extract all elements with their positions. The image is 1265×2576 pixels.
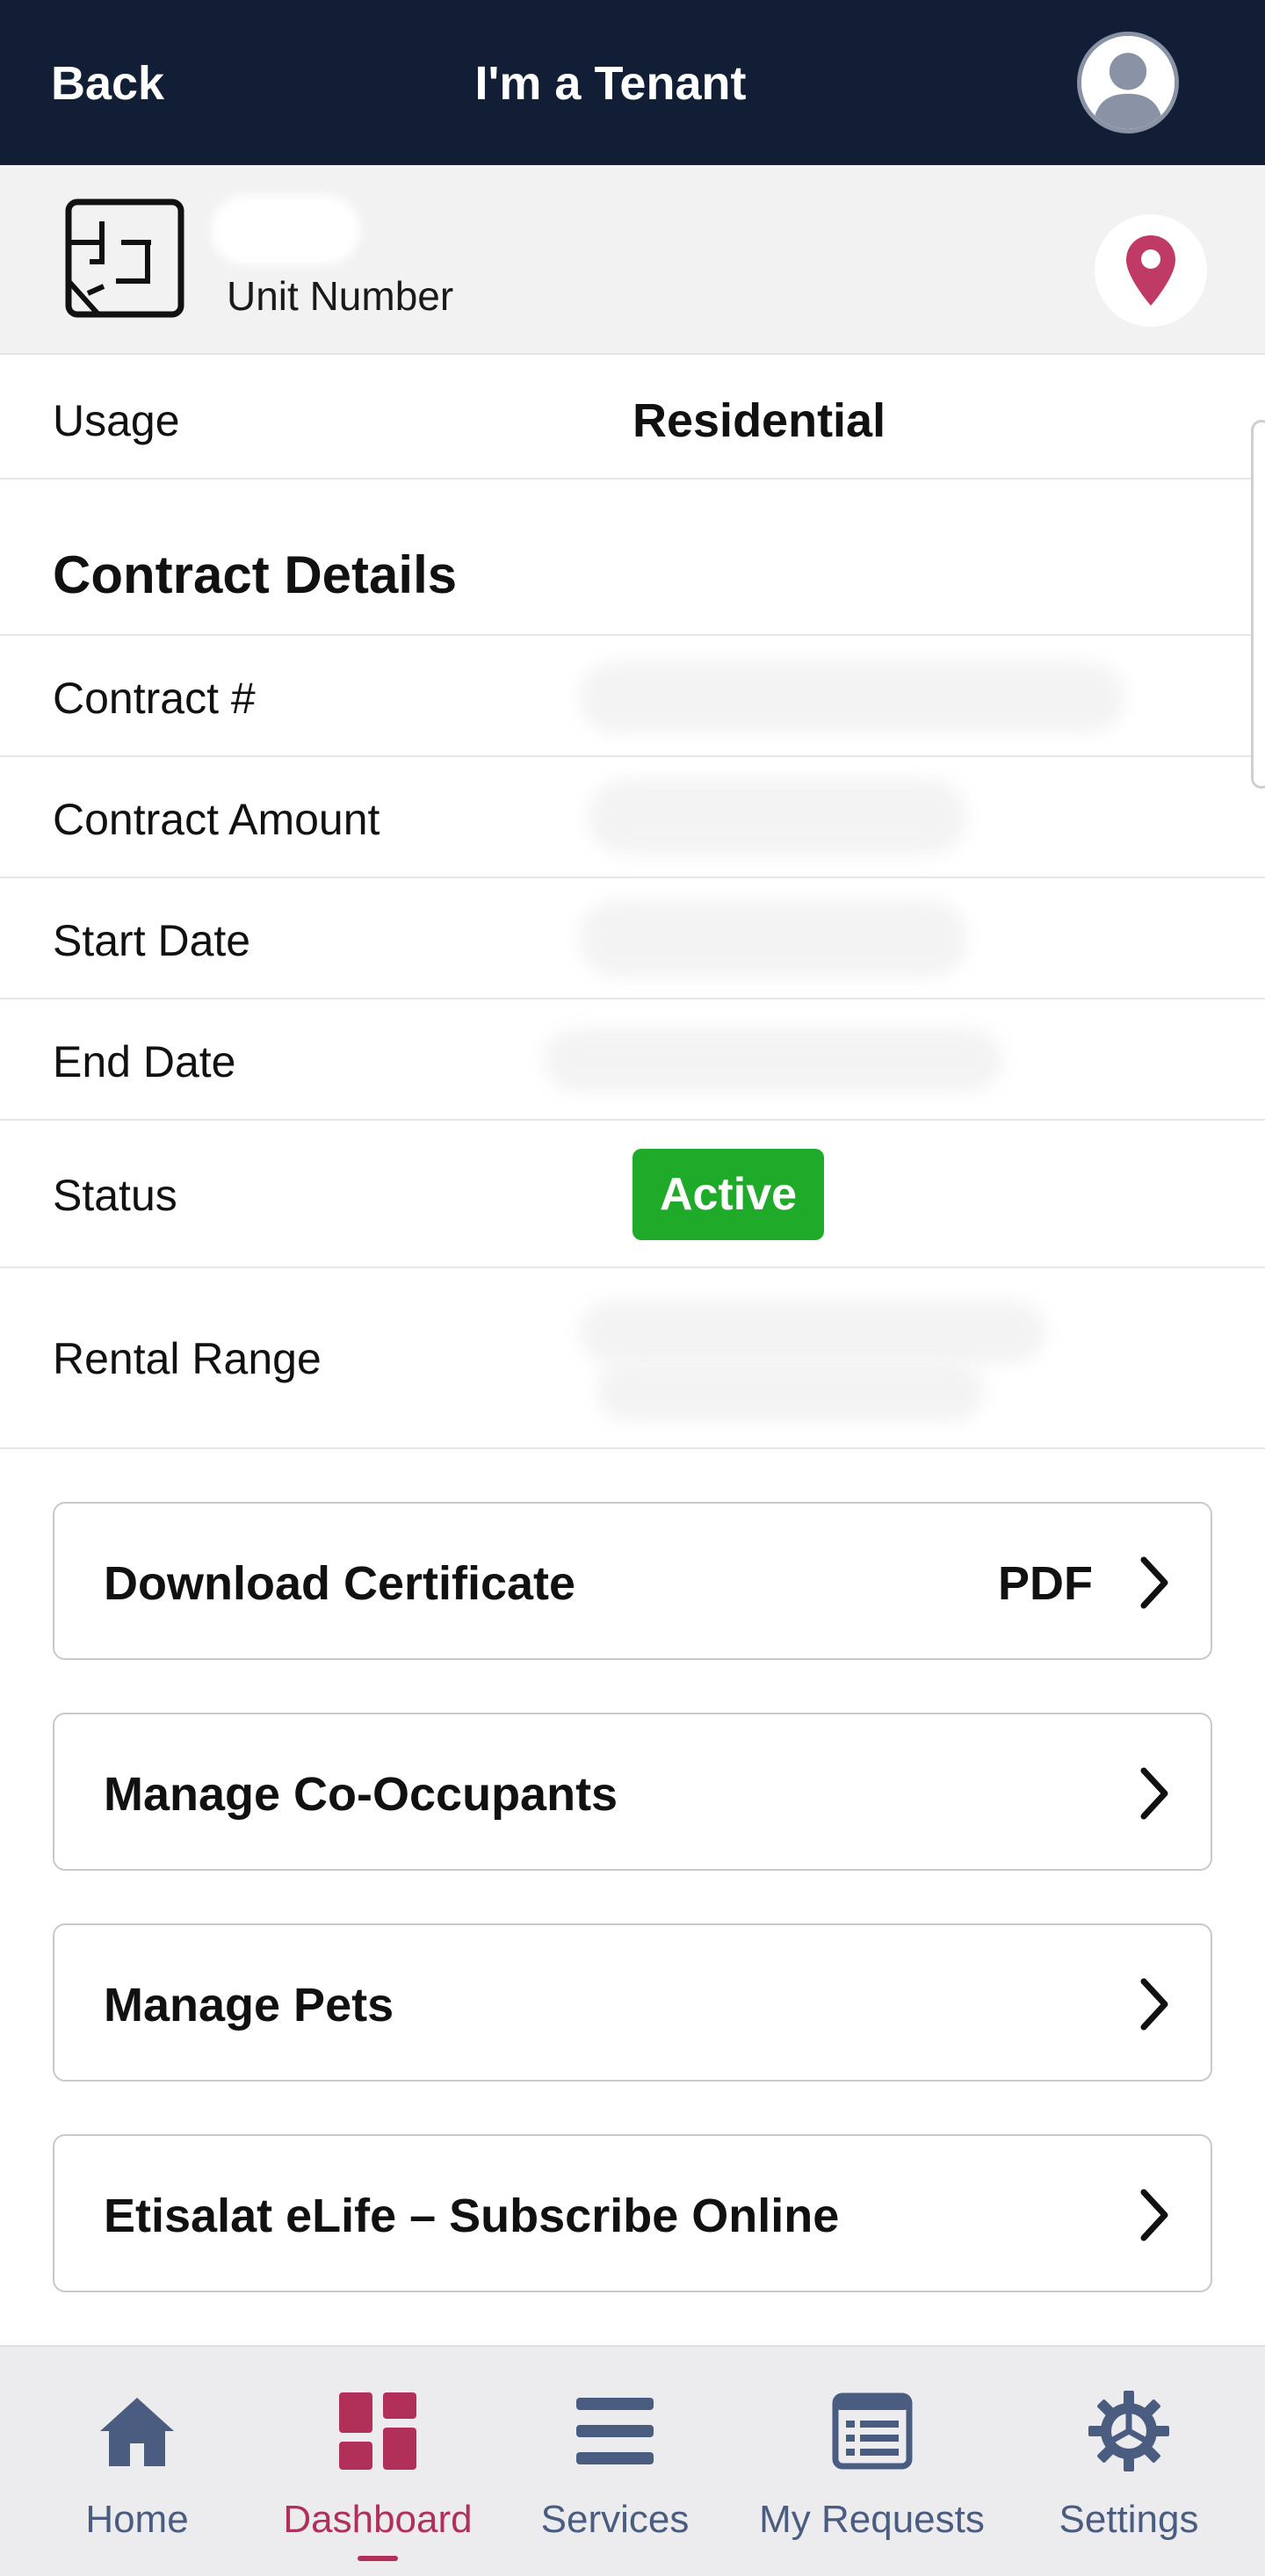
rental-range-label: Rental Range (53, 1334, 322, 1383)
manage-co-occupants-label: Manage Co-Occupants (104, 1768, 618, 1821)
list-icon (832, 2392, 912, 2470)
contract-number-redacted (580, 662, 1124, 732)
tab-home-label: Home (85, 2498, 189, 2541)
tab-my-requests-label: My Requests (759, 2498, 985, 2541)
contract-amount-row: Contract Amount (0, 757, 1265, 878)
manage-co-occupants-button[interactable]: Manage Co-Occupants (53, 1713, 1212, 1871)
tab-settings-label: Settings (1059, 2498, 1199, 2541)
contract-details-title: Contract Details (53, 545, 458, 604)
user-icon[interactable] (1077, 32, 1179, 133)
contract-amount-redacted (589, 780, 966, 854)
unit-number-redacted (211, 195, 360, 265)
tab-dashboard[interactable]: Dashboard (272, 2347, 483, 2576)
start-date-label: Start Date (53, 916, 251, 965)
location-button[interactable] (1095, 214, 1207, 327)
contract-amount-label: Contract Amount (53, 795, 380, 844)
usage-row: Usage Residential (0, 358, 1265, 480)
usage-value: Residential (632, 394, 886, 447)
active-tab-indicator (358, 2556, 398, 2561)
tab-services[interactable]: Services (527, 2347, 703, 2576)
tab-settings[interactable]: Settings (1037, 2347, 1221, 2576)
floorplan-icon (63, 197, 186, 320)
contract-number-label: Contract # (53, 674, 256, 723)
etisalat-elife-label: Etisalat eLife – Subscribe Online (104, 2190, 840, 2242)
menu-icon (576, 2398, 654, 2464)
contract-number-row: Contract # (0, 636, 1265, 757)
pdf-label: PDF (998, 1557, 1093, 1610)
tab-my-requests[interactable]: My Requests (747, 2347, 997, 2576)
tab-dashboard-label: Dashboard (283, 2498, 473, 2541)
end-date-redacted (545, 1029, 1001, 1091)
end-date-label: End Date (53, 1037, 236, 1086)
dashboard-icon (339, 2392, 416, 2470)
unit-number-label: Unit Number (227, 273, 454, 319)
end-date-row: End Date (0, 999, 1265, 1121)
tab-home[interactable]: Home (49, 2347, 225, 2576)
map-pin-icon (1126, 235, 1175, 306)
chevron-right-icon (1140, 2189, 1168, 2241)
manage-pets-button[interactable]: Manage Pets (53, 1923, 1212, 2082)
etisalat-elife-button[interactable]: Etisalat eLife – Subscribe Online (53, 2134, 1212, 2292)
gear-icon (1088, 2391, 1169, 2471)
chevron-right-icon (1140, 1556, 1168, 1609)
download-certificate-button[interactable]: Download Certificate PDF (53, 1502, 1212, 1660)
chevron-right-icon (1140, 1767, 1168, 1820)
rental-range-redacted-line-1 (580, 1302, 1045, 1363)
home-icon (100, 2398, 174, 2466)
status-badge: Active (632, 1149, 824, 1240)
tab-services-label: Services (540, 2498, 690, 2541)
download-certificate-label: Download Certificate (104, 1557, 576, 1610)
start-date-row: Start Date (0, 878, 1265, 999)
usage-label: Usage (53, 396, 180, 445)
manage-pets-label: Manage Pets (104, 1979, 394, 2031)
status-label: Status (53, 1171, 177, 1220)
rental-range-redacted-line-2 (597, 1360, 984, 1421)
scrollbar[interactable] (1251, 420, 1265, 789)
rental-range-row: Rental Range (0, 1268, 1265, 1449)
start-date-redacted (580, 901, 966, 977)
unit-header: Unit Number (0, 165, 1265, 355)
page-title: I'm a Tenant (474, 57, 747, 110)
bottom-tab-bar: Home Dashboard Services My Requests Sett… (0, 2345, 1265, 2576)
top-app-bar: Back I'm a Tenant (0, 0, 1265, 165)
chevron-right-icon (1140, 1978, 1168, 2031)
